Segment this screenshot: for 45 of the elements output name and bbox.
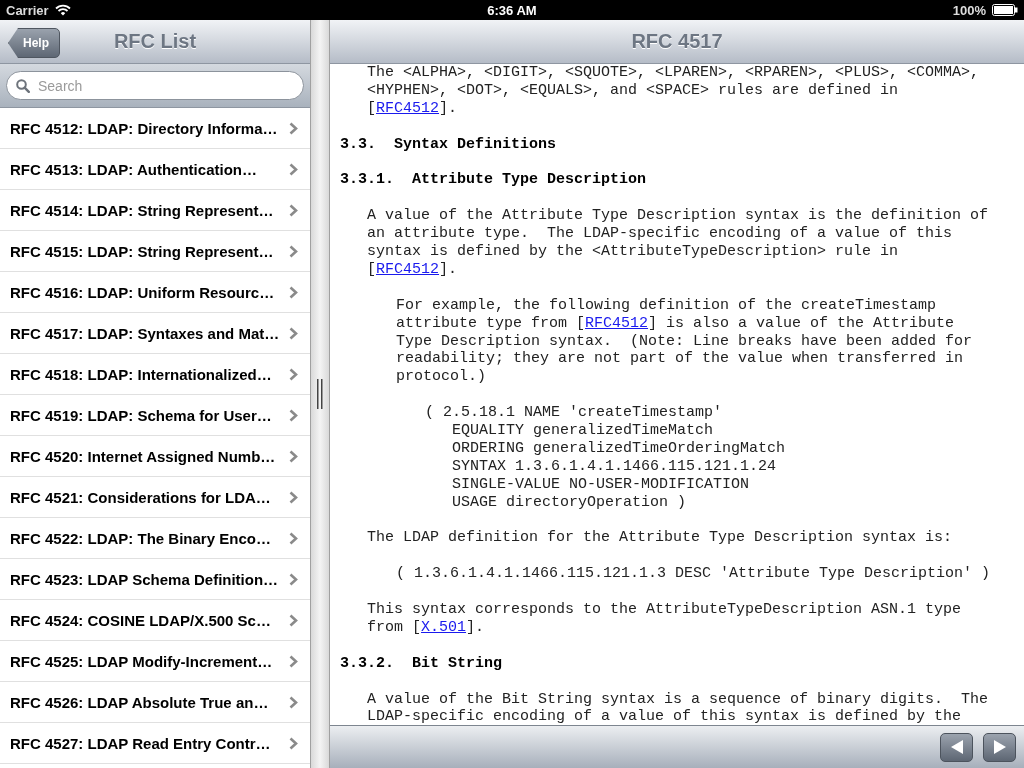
chevron-icon: [289, 326, 298, 340]
chevron-icon: [289, 490, 298, 504]
chevron-icon: [289, 613, 298, 627]
reference-link[interactable]: X.501: [421, 618, 467, 636]
chevron-icon: [289, 121, 298, 135]
chevron-icon: [289, 244, 298, 258]
chevron-icon: [289, 203, 298, 217]
help-back-button[interactable]: Help: [8, 28, 60, 58]
chevron-icon: [289, 285, 298, 299]
carrier-label: Carrier: [6, 2, 49, 18]
code-example: ( 2.5.18.1 NAME 'createTimestamp' EQUALITY generalizedTimeMatch ORDERING generalizedTimeOrderingMatch SYNTAX 1.3.6.1.4.1.1466.115.121.1.24 SINGLE-VALUE NO-USER-MODIFICATION USAGE directoryOperation ): [425, 404, 787, 512]
chevron-icon: [289, 572, 298, 586]
paragraph: For example, the following definition of the createTimestamp attribute type from [RFC4512] is also a value of the Attribute Type Description syntax. (Note: Line breaks have been added for readability; they are not part of the value when transferred in protocol.): [396, 296, 974, 387]
paragraph: ( 1.3.6.1.4.1.1466.115.121.1.3 DESC 'Attribute Type Description' ): [396, 565, 992, 584]
left-triangle-icon: [949, 739, 964, 755]
section-heading: 3.3. Syntax Definitions: [340, 135, 558, 154]
chevron-icon: [289, 736, 298, 750]
right-triangle-icon: [992, 739, 1007, 755]
chevron-icon: [289, 695, 298, 709]
chevron-icon: [289, 531, 298, 545]
battery-icon: [992, 4, 1018, 16]
chevron-icon: [289, 408, 298, 422]
paragraph: This syntax corresponds to the AttributeTypeDescription ASN.1 type from [X.501].: [367, 601, 963, 637]
section-heading: 3.3.1. Attribute Type Description: [340, 171, 648, 190]
paragraph: The <ALPHA>, <DIGIT>, <SQUOTE>, <LPAREN>, <RPAREN>, <PLUS>, <COMMA>, <HYPHEN>, <DOT>, <EQUALS>, and <SPACE> rules are defined in [RFC4512].: [367, 64, 981, 118]
paragraph: The LDAP definition for the Attribute Type Description syntax is:: [367, 529, 954, 548]
document-title: RFC 4517: [631, 30, 723, 53]
list-title: RFC List: [113, 30, 197, 53]
paragraph: A value of the Attribute Type Description syntax is the definition of an attribute type. The LDAP-specific encoding of a value of this syntax is defined by the <AttributeTypeDescription> rule in [RFC4512].: [367, 207, 990, 279]
reference-link[interactable]: RFC4512: [376, 260, 440, 278]
search-field[interactable]: Search: [6, 71, 304, 100]
grip-icon: [317, 379, 323, 409]
next-button[interactable]: [983, 732, 1016, 762]
chevron-icon: [289, 654, 298, 668]
reference-link[interactable]: RFC4512: [376, 99, 440, 117]
chevron-icon: [289, 367, 298, 381]
chevron-icon: [289, 449, 298, 463]
previous-button[interactable]: [940, 732, 973, 762]
chevron-icon: [289, 162, 298, 176]
battery-percent: 100%: [952, 2, 986, 18]
paragraph: A value of the Bit String syntax is a sequence of binary digits. The LDAP-specific encoding of a value of this syntax is defined by the: [367, 690, 990, 725]
reference-link[interactable]: RFC4512: [585, 314, 649, 332]
section-heading: 3.3.2. Bit String: [340, 654, 504, 673]
clock-time: 6:36 AM: [487, 2, 537, 18]
wifi-icon: [54, 4, 71, 16]
